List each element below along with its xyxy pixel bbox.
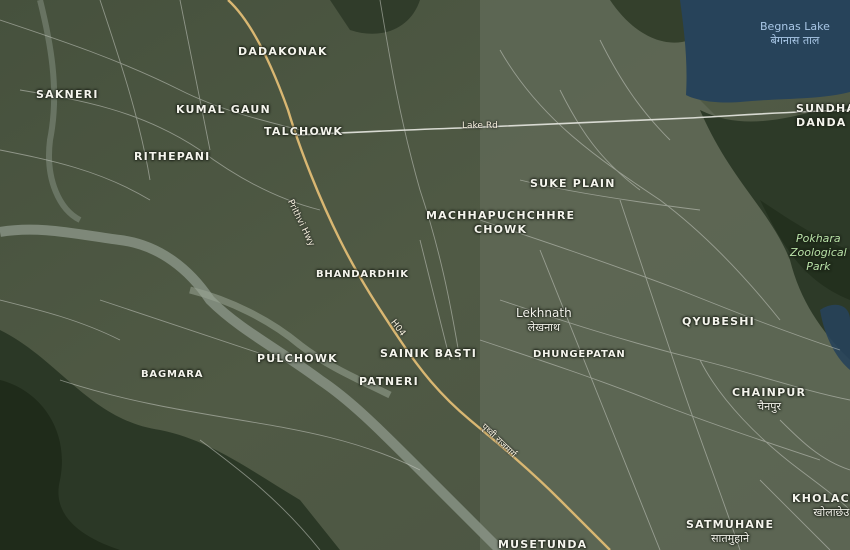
place-dhungepatan[interactable]: DHUNGEPATAN <box>533 348 626 362</box>
place-bagmara[interactable]: BAGMARA <box>141 368 203 382</box>
place-kholachha-name: KHOLACHH <box>792 492 850 505</box>
place-lekhnath-name: Lekhnath <box>516 306 572 320</box>
park-name-line1: Pokhara <box>795 232 841 245</box>
place-sundha-line2: DANDA <box>796 116 847 129</box>
place-machhapuchchhre-line2: CHOWK <box>473 223 528 236</box>
place-lekhnath-local: लेखनाथ <box>527 321 561 334</box>
place-machhapuchchhre-chowk[interactable]: MACHHAPUCHCHHRE CHOWK <box>426 209 575 237</box>
place-kumal-gaun[interactable]: KUMAL GAUN <box>176 103 271 117</box>
place-sundha-danda[interactable]: SUNDHA DANDA <box>796 102 850 130</box>
lake-name: Begnas Lake <box>760 20 830 33</box>
place-sakneri[interactable]: SAKNERI <box>36 88 99 102</box>
place-satmuhane-local: सातमुहाने <box>711 532 750 545</box>
place-bhandardhik[interactable]: BHANDARDHIK <box>316 268 409 282</box>
place-talchowk[interactable]: TALCHOWK <box>264 125 343 139</box>
place-kholachha-local: खोलाछेउ <box>813 506 850 519</box>
place-sainik-basti[interactable]: SAINIK BASTI <box>380 347 477 361</box>
place-satmuhane[interactable]: SATMUHANE सातमुहाने <box>686 518 774 546</box>
place-chainpur-local: चैनपुर <box>757 400 781 413</box>
place-patneri[interactable]: PATNERI <box>359 375 419 389</box>
place-lekhnath[interactable]: Lekhnath लेखनाथ <box>516 306 572 335</box>
park-name-line3: Park <box>806 260 831 273</box>
place-chainpur[interactable]: CHAINPUR चैनपुर <box>732 386 806 414</box>
zoological-park-label[interactable]: Pokhara Zoological Park <box>790 232 847 274</box>
place-suke-plain[interactable]: SUKE PLAIN <box>530 177 616 191</box>
place-chainpur-name: CHAINPUR <box>732 386 807 399</box>
lake-name-local: बेगनास ताल <box>770 34 820 47</box>
place-satmuhane-name: SATMUHANE <box>686 518 775 531</box>
lake-label: Begnas Lake बेगनास ताल <box>760 20 830 48</box>
place-rithepani[interactable]: RITHEPANI <box>134 150 210 164</box>
place-qyubeshi[interactable]: QYUBESHI <box>682 315 755 329</box>
satellite-map[interactable]: Begnas Lake बेगनास ताल Lake Rd Prithvi H… <box>0 0 850 550</box>
place-dadakonak[interactable]: DADAKONAK <box>238 45 328 59</box>
place-pulchowk[interactable]: PULCHOWK <box>257 352 338 366</box>
lake-road-label: Lake Rd <box>462 121 498 131</box>
place-musetunda[interactable]: MUSETUNDA <box>498 538 587 550</box>
place-machhapuchchhre-line1: MACHHAPUCHCHHRE <box>426 209 576 222</box>
place-kholachha[interactable]: KHOLACHH खोलाछेउ <box>792 492 850 520</box>
park-name-line2: Zoological <box>790 246 847 259</box>
place-sundha-line1: SUNDHA <box>796 102 850 115</box>
map-terrain <box>0 0 850 550</box>
begnas-lake <box>680 0 850 103</box>
